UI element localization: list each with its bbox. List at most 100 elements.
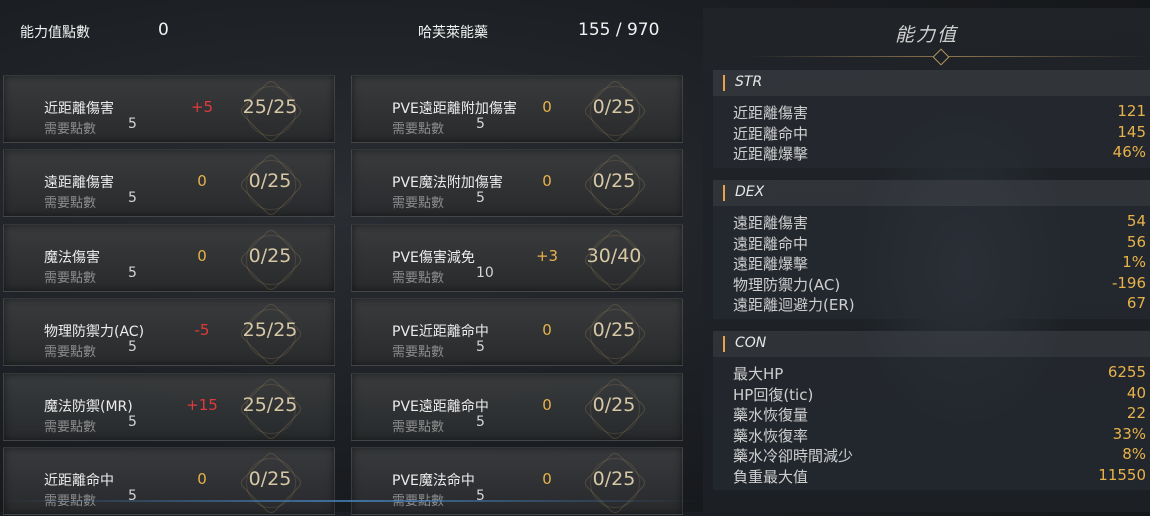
skill-card[interactable]: PVE傷害減免 需要點數 10 +3 30/40 xyxy=(351,224,683,293)
stat-section-con: CON 最大HP 6255 HP回復(tic) 40 藥水恢復量 22 藥水恢復率 33% 藥水冷… xyxy=(713,331,1150,490)
stat-row: 遠距離迴避力(ER) 67 xyxy=(713,294,1150,315)
stat-value: -196 xyxy=(1111,273,1146,292)
stat-name: 藥水冷卻時間減少 xyxy=(733,447,854,465)
stat-row: 藥水恢復率 33% xyxy=(713,425,1150,446)
section-bar-icon xyxy=(723,336,725,352)
skill-card[interactable]: 近距離傷害 需要點數 5 +5 25/25 xyxy=(3,75,335,144)
required-points-value: 5 xyxy=(476,339,485,355)
section-rows: 近距離傷害 121 近距離命中 145 近距離爆擊 46% xyxy=(713,96,1150,168)
required-points-label: 需要點數 xyxy=(392,271,445,286)
required-points-label: 需要點數 xyxy=(44,196,97,211)
skill-card[interactable]: PVE魔法命中需要點數500/25 xyxy=(351,447,683,516)
stat-row: 藥水冷卻時間減少 8% xyxy=(713,445,1150,466)
section-rows: 最大HP 6255 HP回復(tic) 40 藥水恢復量 22 藥水恢復率 33% 藥水冷卻時間… xyxy=(713,357,1150,490)
stat-name: 最大HP xyxy=(733,365,784,383)
stat-name: 物理防禦力(AC) xyxy=(733,275,841,294)
skill-name: 魔法傷害 xyxy=(44,250,100,266)
skill-bonus: 0 xyxy=(542,470,552,488)
stat-row: 物理防禦力(AC) -196 xyxy=(713,274,1150,295)
required-points-label: 需要點數 xyxy=(392,122,445,137)
section-header: DEX xyxy=(713,180,1150,206)
skill-name: 近距離傷害 xyxy=(44,101,114,117)
section-title: STR xyxy=(735,74,763,90)
skill-bonus: 0 xyxy=(542,321,552,339)
stat-value: 8% xyxy=(1122,445,1146,463)
skill-name: PVE魔法附加傷害 xyxy=(392,175,503,191)
skill-name: PVE近距離命中 xyxy=(392,324,489,340)
section-header: CON xyxy=(713,331,1150,357)
skill-bonus: 0 xyxy=(197,172,207,190)
top-bar: 能力值點數 0 哈芙萊能藥 155 / 970 xyxy=(0,0,700,62)
skill-card[interactable]: PVE近距離命中 需要點數 5 0 0/25 xyxy=(351,298,683,367)
skill-bonus: +5 xyxy=(190,98,214,116)
stat-value: 121 xyxy=(1117,102,1146,120)
stat-row: 藥水恢復量 22 xyxy=(713,404,1150,425)
stat-name: 遠距離迴避力(ER) xyxy=(733,296,855,314)
stat-row: 遠距離爆擊 1% xyxy=(713,253,1150,274)
stat-row: 負重最大值 11550 xyxy=(713,466,1150,487)
stat-name: 遠距離爆擊 xyxy=(733,255,809,273)
required-points-label: 需要點數 xyxy=(44,122,97,137)
skill-name: PVE遠距離命中 xyxy=(392,399,489,415)
skill-level: 0/25 xyxy=(592,394,636,416)
stat-name: 近距離傷害 xyxy=(733,104,809,122)
skill-name: 魔法防禦(MR) xyxy=(44,399,133,415)
section-title: CON xyxy=(735,335,767,351)
section-header: STR xyxy=(713,70,1150,96)
stat-value: 40 xyxy=(1126,383,1146,402)
stat-value: 145 xyxy=(1117,122,1146,141)
required-points-value: 5 xyxy=(476,116,485,132)
skill-level: 30/40 xyxy=(586,245,642,267)
stat-name: 遠距離傷害 xyxy=(733,214,809,232)
skill-name: PVE魔法命中 xyxy=(392,473,475,489)
stat-name: 近距離爆擊 xyxy=(733,145,809,163)
stat-name: 遠距離命中 xyxy=(733,234,809,253)
skill-card[interactable]: PVE遠距離附加傷害 需要點數 5 0 0/25 xyxy=(351,75,683,144)
stats-panel: 能力值 STR 近距離傷害 121 近距離命中 145 近距離爆擊 46% DEX 遠距離傷害 5… xyxy=(703,8,1150,512)
required-points-value: 5 xyxy=(476,190,485,206)
stat-name: 負重最大值 xyxy=(733,467,809,486)
skill-bonus: +15 xyxy=(186,396,218,414)
required-points-label: 需要點數 xyxy=(392,345,445,360)
required-points-label: 需要點數 xyxy=(392,420,445,435)
required-points-label: 需要點數 xyxy=(392,196,445,211)
stat-row: 遠距離命中 56 xyxy=(713,233,1150,254)
required-points-label: 需要點數 xyxy=(44,345,97,360)
stat-row: 最大HP 6255 xyxy=(713,363,1150,384)
skill-level: 25/25 xyxy=(242,96,298,118)
skill-bonus: 0 xyxy=(542,396,552,414)
stat-name: HP回復(tic) xyxy=(733,385,814,404)
stat-value: 46% xyxy=(1112,143,1146,161)
stat-name: 近距離命中 xyxy=(733,124,809,143)
required-points-value: 10 xyxy=(476,265,494,281)
skill-level: 0/25 xyxy=(592,319,636,341)
skill-bonus: 0 xyxy=(542,172,552,190)
skill-level: 0/25 xyxy=(248,245,292,267)
required-points-value: 5 xyxy=(128,414,137,430)
stat-value: 11550 xyxy=(1098,465,1146,484)
skill-level: 0/25 xyxy=(248,170,292,192)
skill-card[interactable]: 魔法防禦(MR) 需要點數 5 +15 25/25 xyxy=(3,373,335,442)
required-points-value: 5 xyxy=(128,339,137,355)
skill-card[interactable]: 物理防禦力(AC) 需要點數 5 -5 25/25 xyxy=(3,298,335,367)
stat-name: 藥水恢復率 xyxy=(733,426,809,445)
skill-card[interactable]: 近距離命中需要點數500/25 xyxy=(3,447,335,516)
section-rows: 遠距離傷害 54 遠距離命中 56 遠距離爆擊 1% 物理防禦力(AC) -196 遠距離迴避力… xyxy=(713,206,1150,319)
skill-card[interactable]: 魔法傷害 需要點數 5 0 0/25 xyxy=(3,224,335,293)
skill-card[interactable]: PVE魔法附加傷害 需要點數 5 0 0/25 xyxy=(351,149,683,218)
stat-row: HP回復(tic) 40 xyxy=(713,384,1150,405)
panel-title: 能力值 xyxy=(894,24,958,46)
stat-value: 33% xyxy=(1112,424,1146,443)
skill-name: 物理防禦力(AC) xyxy=(44,324,145,340)
stat-points-label: 能力值點數 xyxy=(20,25,90,41)
stat-value: 56 xyxy=(1126,232,1146,251)
required-points-label: 需要點數 xyxy=(44,271,97,286)
stat-value: 6255 xyxy=(1107,363,1146,381)
skill-card[interactable]: 遠距離傷害 需要點數 5 0 0/25 xyxy=(3,149,335,218)
title-ornament-icon xyxy=(932,48,950,66)
section-bar-icon xyxy=(723,185,725,201)
skill-name: PVE遠距離附加傷害 xyxy=(392,101,517,117)
skill-card[interactable]: PVE遠距離命中 需要點數 5 0 0/25 xyxy=(351,373,683,442)
skill-bonus: 0 xyxy=(197,470,207,488)
required-points-label: 需要點數 xyxy=(44,420,97,435)
